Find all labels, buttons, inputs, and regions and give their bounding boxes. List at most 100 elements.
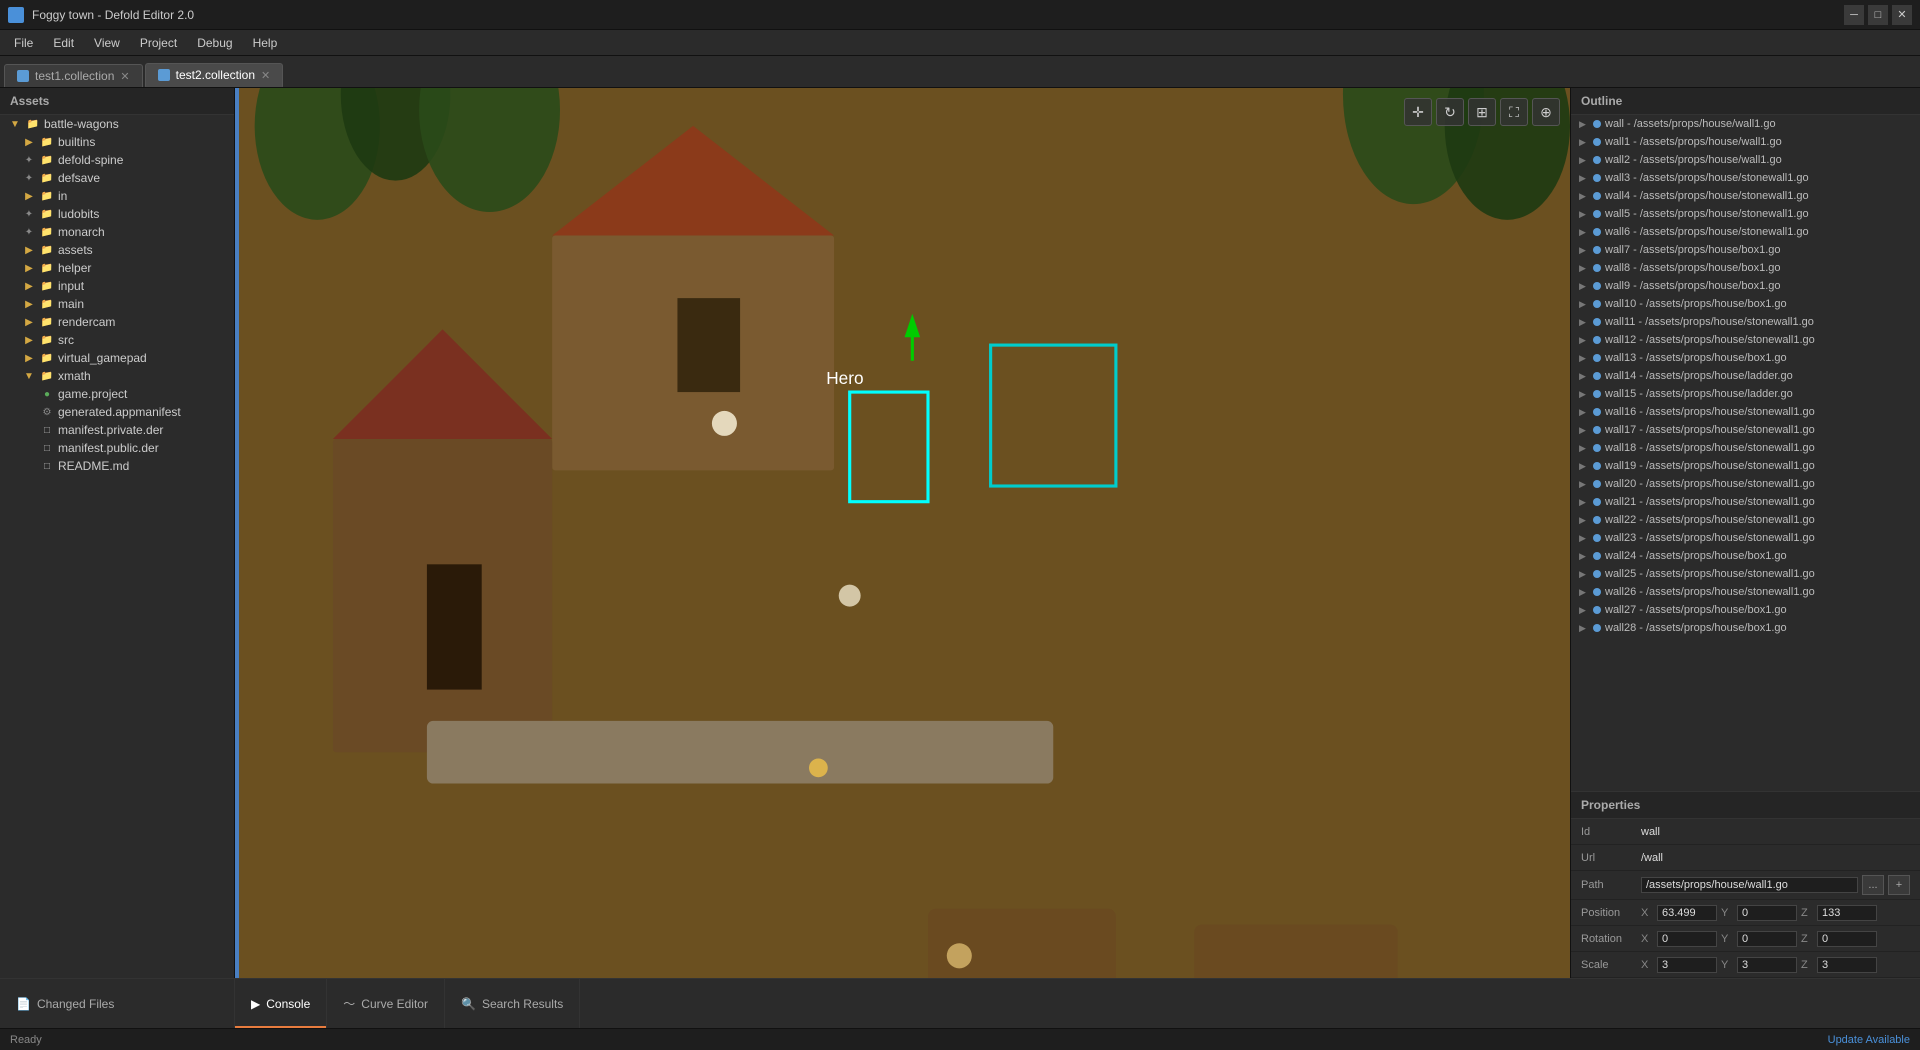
tree-item-readme[interactable]: □ README.md — [0, 457, 234, 475]
tree-item-xmath[interactable]: ▼ 📁 xmath — [0, 367, 234, 385]
outline-item-14[interactable]: ▶ wall14 - /assets/props/house/ladder.go — [1571, 367, 1920, 385]
status-text: Ready — [10, 1034, 42, 1046]
viewport-tool-move[interactable]: ✛ — [1404, 98, 1432, 126]
outline-item-15[interactable]: ▶ wall15 - /assets/props/house/ladder.go — [1571, 385, 1920, 403]
outline-item-5[interactable]: ▶ wall5 - /assets/props/house/stonewall1… — [1571, 205, 1920, 223]
outline-item-23[interactable]: ▶ wall23 - /assets/props/house/stonewall… — [1571, 529, 1920, 547]
bottom-tab-search-results[interactable]: 🔍Search Results — [445, 979, 580, 1028]
outline-item-13[interactable]: ▶ wall13 - /assets/props/house/box1.go — [1571, 349, 1920, 367]
tree-arrow-generated — [22, 405, 36, 419]
scale-y-input[interactable] — [1737, 957, 1797, 973]
tab-close-test1[interactable]: ✕ — [120, 70, 129, 83]
outline-label-0: wall - /assets/props/house/wall1.go — [1605, 118, 1776, 130]
path-browse-button[interactable]: ... — [1862, 875, 1884, 895]
tab-close-test2[interactable]: ✕ — [261, 69, 270, 82]
pos-x-input[interactable] — [1657, 905, 1717, 921]
tree-item-manifest-private[interactable]: □ manifest.private.der — [0, 421, 234, 439]
property-id-label: Id — [1581, 826, 1641, 838]
tree-item-helper[interactable]: ▶ 📁 helper — [0, 259, 234, 277]
minimize-button[interactable]: ─ — [1844, 5, 1864, 25]
rot-x-input[interactable] — [1657, 931, 1717, 947]
outline-item-4[interactable]: ▶ wall4 - /assets/props/house/stonewall1… — [1571, 187, 1920, 205]
outline-item-16[interactable]: ▶ wall16 - /assets/props/house/stonewall… — [1571, 403, 1920, 421]
outline-label-23: wall23 - /assets/props/house/stonewall1.… — [1605, 532, 1815, 544]
outline-item-17[interactable]: ▶ wall17 - /assets/props/house/stonewall… — [1571, 421, 1920, 439]
viewport-tool-rotate[interactable]: ↻ — [1436, 98, 1464, 126]
tree-item-defold-spine[interactable]: ✦ 📁 defold-spine — [0, 151, 234, 169]
outline-item-19[interactable]: ▶ wall19 - /assets/props/house/stonewall… — [1571, 457, 1920, 475]
outline-label-24: wall24 - /assets/props/house/box1.go — [1605, 550, 1787, 562]
viewport-tool-select[interactable]: ⛶ — [1500, 98, 1528, 126]
outline-item-12[interactable]: ▶ wall12 - /assets/props/house/stonewall… — [1571, 331, 1920, 349]
tree-item-battle-wagons[interactable]: ▼ 📁 battle-wagons — [0, 115, 234, 133]
outline-item-27[interactable]: ▶ wall27 - /assets/props/house/box1.go — [1571, 601, 1920, 619]
outline-item-10[interactable]: ▶ wall10 - /assets/props/house/box1.go — [1571, 295, 1920, 313]
outline-item-25[interactable]: ▶ wall25 - /assets/props/house/stonewall… — [1571, 565, 1920, 583]
scale-z-input[interactable] — [1817, 957, 1877, 973]
update-available-link[interactable]: Update Available — [1828, 1034, 1910, 1046]
outline-arrow-2: ▶ — [1579, 155, 1589, 166]
maximize-button[interactable]: □ — [1868, 5, 1888, 25]
outline-item-28[interactable]: ▶ wall28 - /assets/props/house/box1.go — [1571, 619, 1920, 637]
rot-y-input[interactable] — [1737, 931, 1797, 947]
menu-item-help[interactable]: Help — [243, 30, 288, 55]
path-extra-button[interactable]: + — [1888, 875, 1910, 895]
pos-y-input[interactable] — [1737, 905, 1797, 921]
tree-item-src[interactable]: ▶ 📁 src — [0, 331, 234, 349]
pos-z-label: Z — [1801, 907, 1813, 919]
menu-item-edit[interactable]: Edit — [43, 30, 84, 55]
outline-item-22[interactable]: ▶ wall22 - /assets/props/house/stonewall… — [1571, 511, 1920, 529]
tree-arrow-assets: ▶ — [22, 243, 36, 257]
rot-z-input[interactable] — [1817, 931, 1877, 947]
viewport[interactable]: ✛↻⊞⛶⊕ — [239, 88, 1570, 978]
path-input[interactable] — [1641, 877, 1858, 893]
menu-item-view[interactable]: View — [84, 30, 130, 55]
tree-icon-virtual-gamepad: 📁 — [40, 351, 54, 365]
outline-arrow-26: ▶ — [1579, 587, 1589, 598]
outline-item-11[interactable]: ▶ wall11 - /assets/props/house/stonewall… — [1571, 313, 1920, 331]
tree-item-assets[interactable]: ▶ 📁 assets — [0, 241, 234, 259]
outline-item-6[interactable]: ▶ wall6 - /assets/props/house/stonewall1… — [1571, 223, 1920, 241]
tree-item-in[interactable]: ▶ 📁 in — [0, 187, 234, 205]
tree-item-builtins[interactable]: ▶ 📁 builtins — [0, 133, 234, 151]
scale-x-input[interactable] — [1657, 957, 1717, 973]
outline-item-9[interactable]: ▶ wall9 - /assets/props/house/box1.go — [1571, 277, 1920, 295]
outline-item-3[interactable]: ▶ wall3 - /assets/props/house/stonewall1… — [1571, 169, 1920, 187]
pos-z-input[interactable] — [1817, 905, 1877, 921]
outline-item-8[interactable]: ▶ wall8 - /assets/props/house/box1.go — [1571, 259, 1920, 277]
tree-item-monarch[interactable]: ✦ 📁 monarch — [0, 223, 234, 241]
tree-item-ludobits[interactable]: ✦ 📁 ludobits — [0, 205, 234, 223]
bottom-tab-curve-editor[interactable]: 〜Curve Editor — [327, 979, 445, 1028]
outline-item-0[interactable]: ▶ wall - /assets/props/house/wall1.go — [1571, 115, 1920, 133]
outline-item-1[interactable]: ▶ wall1 - /assets/props/house/wall1.go — [1571, 133, 1920, 151]
outline-item-2[interactable]: ▶ wall2 - /assets/props/house/wall1.go — [1571, 151, 1920, 169]
tree-item-main[interactable]: ▶ 📁 main — [0, 295, 234, 313]
close-button[interactable]: ✕ — [1892, 5, 1912, 25]
outline-item-7[interactable]: ▶ wall7 - /assets/props/house/box1.go — [1571, 241, 1920, 259]
menu-item-file[interactable]: File — [4, 30, 43, 55]
tree-item-rendercam[interactable]: ▶ 📁 rendercam — [0, 313, 234, 331]
tab-test2[interactable]: test2.collection✕ — [145, 63, 284, 87]
tree-icon-defsave: 📁 — [40, 171, 54, 185]
tree-item-input[interactable]: ▶ 📁 input — [0, 277, 234, 295]
svg-text:Hero: Hero — [826, 368, 863, 388]
outline-item-20[interactable]: ▶ wall20 - /assets/props/house/stonewall… — [1571, 475, 1920, 493]
bottom-tab-console[interactable]: ▶Console — [235, 979, 327, 1028]
outline-list[interactable]: ▶ wall - /assets/props/house/wall1.go ▶ … — [1571, 115, 1920, 791]
tree-item-virtual-gamepad[interactable]: ▶ 📁 virtual_gamepad — [0, 349, 234, 367]
bottom-tab-changed-files[interactable]: 📄Changed Files — [0, 979, 235, 1028]
outline-item-18[interactable]: ▶ wall18 - /assets/props/house/stonewall… — [1571, 439, 1920, 457]
tree-label-builtins: builtins — [58, 135, 95, 149]
menu-item-project[interactable]: Project — [130, 30, 187, 55]
outline-item-24[interactable]: ▶ wall24 - /assets/props/house/box1.go — [1571, 547, 1920, 565]
tree-item-manifest-public[interactable]: □ manifest.public.der — [0, 439, 234, 457]
outline-item-21[interactable]: ▶ wall21 - /assets/props/house/stonewall… — [1571, 493, 1920, 511]
menu-item-debug[interactable]: Debug — [187, 30, 242, 55]
outline-item-26[interactable]: ▶ wall26 - /assets/props/house/stonewall… — [1571, 583, 1920, 601]
viewport-tool-zoom[interactable]: ⊕ — [1532, 98, 1560, 126]
tree-item-generated[interactable]: ⚙ generated.appmanifest — [0, 403, 234, 421]
tab-test1[interactable]: test1.collection✕ — [4, 64, 143, 87]
viewport-tool-scale[interactable]: ⊞ — [1468, 98, 1496, 126]
tree-item-game-project[interactable]: ● game.project — [0, 385, 234, 403]
tree-item-defsave[interactable]: ✦ 📁 defsave — [0, 169, 234, 187]
